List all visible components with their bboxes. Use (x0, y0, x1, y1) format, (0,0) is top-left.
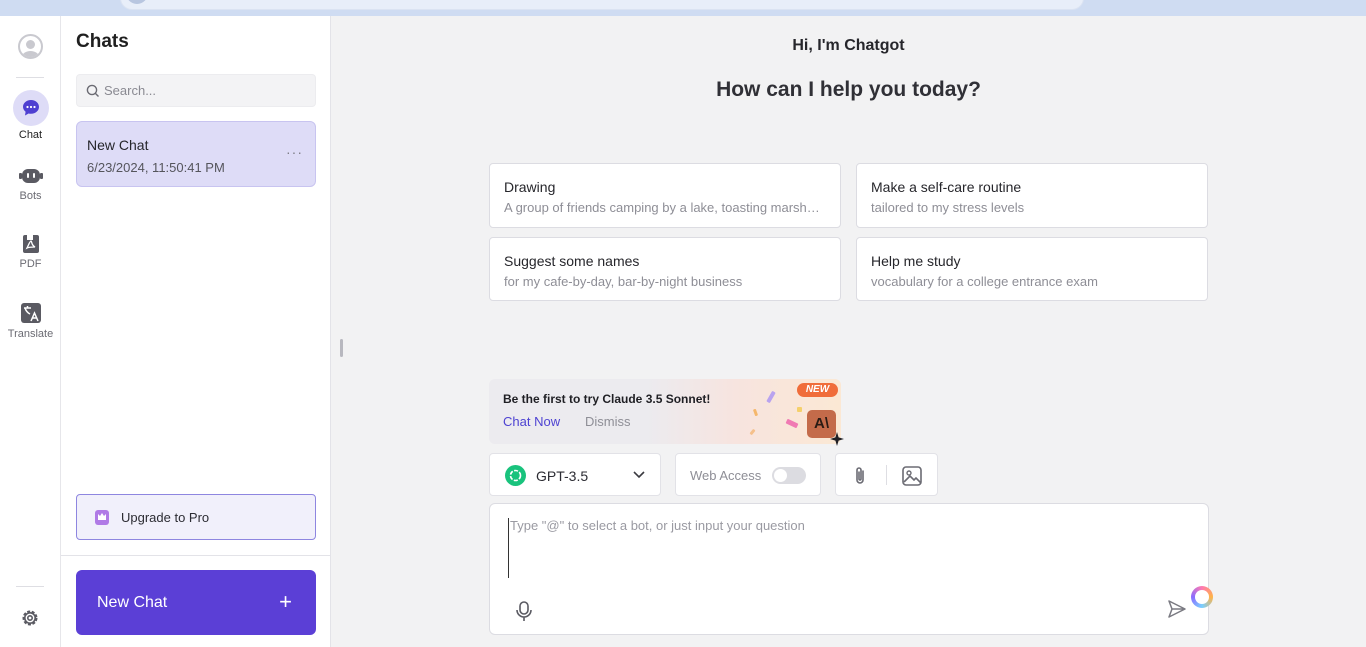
suggestion-card-self-care[interactable]: Make a self-care routine tailored to my … (856, 163, 1208, 228)
suggestion-subtitle: for my cafe-by-day, bar-by-night busines… (504, 274, 743, 289)
search-icon (86, 84, 99, 97)
suggestion-card-drawing[interactable]: Drawing A group of friends camping by a … (489, 163, 841, 228)
confetti-decoration (797, 407, 802, 412)
dismiss-link[interactable]: Dismiss (585, 414, 631, 429)
sidebar-divider (61, 555, 331, 556)
model-label: GPT-3.5 (536, 468, 589, 484)
rail-divider (16, 586, 44, 587)
chat-icon (22, 100, 39, 116)
upgrade-label: Upgrade to Pro (121, 510, 210, 525)
rail-item-label: Bots (19, 190, 42, 202)
chat-date: 6/23/2024, 11:50:41 PM (87, 160, 225, 175)
confetti-decoration (749, 428, 756, 436)
suggestion-subtitle: tailored to my stress levels (871, 200, 1025, 215)
promo-title: Be the first to try Claude 3.5 Sonnet! (503, 392, 711, 406)
image-upload-icon[interactable] (901, 465, 923, 487)
send-icon[interactable] (1166, 598, 1188, 620)
sparkle-icon (830, 432, 844, 446)
suggestion-title: Suggest some names (504, 253, 640, 269)
suggestion-card-names[interactable]: Suggest some names for my cafe-by-day, b… (489, 237, 841, 301)
confetti-decoration (752, 408, 759, 417)
rail-item-pdf[interactable]: PDF (0, 234, 61, 270)
sidebar-title: Chats (76, 31, 129, 52)
upgrade-button[interactable]: Upgrade to Pro (76, 494, 316, 540)
message-input[interactable] (508, 518, 1188, 578)
new-badge: NEW (797, 383, 838, 397)
sidebar-resize-handle[interactable] (340, 339, 343, 357)
web-access-control: Web Access (675, 453, 821, 496)
translate-icon (20, 303, 41, 323)
plus-icon: + (279, 589, 292, 614)
rail-divider (16, 77, 44, 78)
microphone-icon[interactable] (514, 600, 534, 622)
web-access-label: Web Access (690, 468, 762, 483)
rail-item-translate[interactable]: Translate (0, 302, 61, 340)
paperclip-icon[interactable] (849, 465, 871, 487)
new-chat-label: New Chat (97, 594, 168, 611)
address-bar[interactable] (120, 0, 1084, 10)
pdf-icon (22, 235, 39, 253)
rail-item-label: Chat (18, 129, 43, 141)
promo-banner: Be the first to try Claude 3.5 Sonnet! C… (489, 379, 841, 444)
suggestion-title: Make a self-care routine (871, 179, 1022, 195)
rail-item-chat[interactable]: Chat (0, 90, 61, 141)
chat-now-link[interactable]: Chat Now (503, 414, 560, 429)
toggle-knob (774, 469, 787, 482)
browser-top-strip (0, 0, 1366, 16)
avatar[interactable] (18, 34, 43, 59)
rail-item-bots[interactable]: Bots (0, 166, 61, 202)
suggestion-card-study[interactable]: Help me study vocabulary for a college e… (856, 237, 1208, 301)
web-access-toggle[interactable] (772, 467, 806, 484)
openai-icon (505, 465, 526, 486)
message-composer (489, 503, 1209, 635)
suggestion-subtitle: vocabulary for a college entrance exam (871, 274, 1098, 289)
chevron-down-icon (633, 471, 645, 479)
left-rail: Chat Bots PDF Translate (0, 16, 61, 647)
attachment-controls (835, 453, 938, 496)
confetti-decoration (785, 418, 799, 429)
assistant-float-icon[interactable] (1191, 586, 1213, 608)
crown-badge-icon (95, 510, 109, 525)
more-options-icon[interactable]: ··· (286, 144, 303, 160)
search-input[interactable] (104, 75, 309, 106)
model-selector[interactable]: GPT-3.5 (489, 453, 661, 496)
gear-icon[interactable] (20, 608, 40, 628)
rail-item-label: Translate (7, 328, 54, 340)
attach-divider (886, 465, 887, 485)
page-title: How can I help you today? (716, 78, 981, 101)
confetti-decoration (766, 390, 776, 404)
suggestion-title: Help me study (871, 253, 961, 269)
suggestion-subtitle: A group of friends camping by a lake, to… (504, 200, 824, 215)
chat-title: New Chat (87, 137, 149, 153)
bot-icon (18, 169, 43, 183)
new-chat-button[interactable]: New Chat + (76, 570, 316, 635)
search-box[interactable] (76, 74, 316, 107)
chat-list-item[interactable]: New Chat 6/23/2024, 11:50:41 PM ··· (76, 121, 316, 187)
greeting: Hi, I'm Chatgot (792, 37, 905, 54)
suggestion-title: Drawing (504, 179, 556, 195)
rail-item-label: PDF (19, 258, 42, 270)
chat-sidebar: Chats New Chat 6/23/2024, 11:50:41 PM ··… (61, 16, 331, 647)
